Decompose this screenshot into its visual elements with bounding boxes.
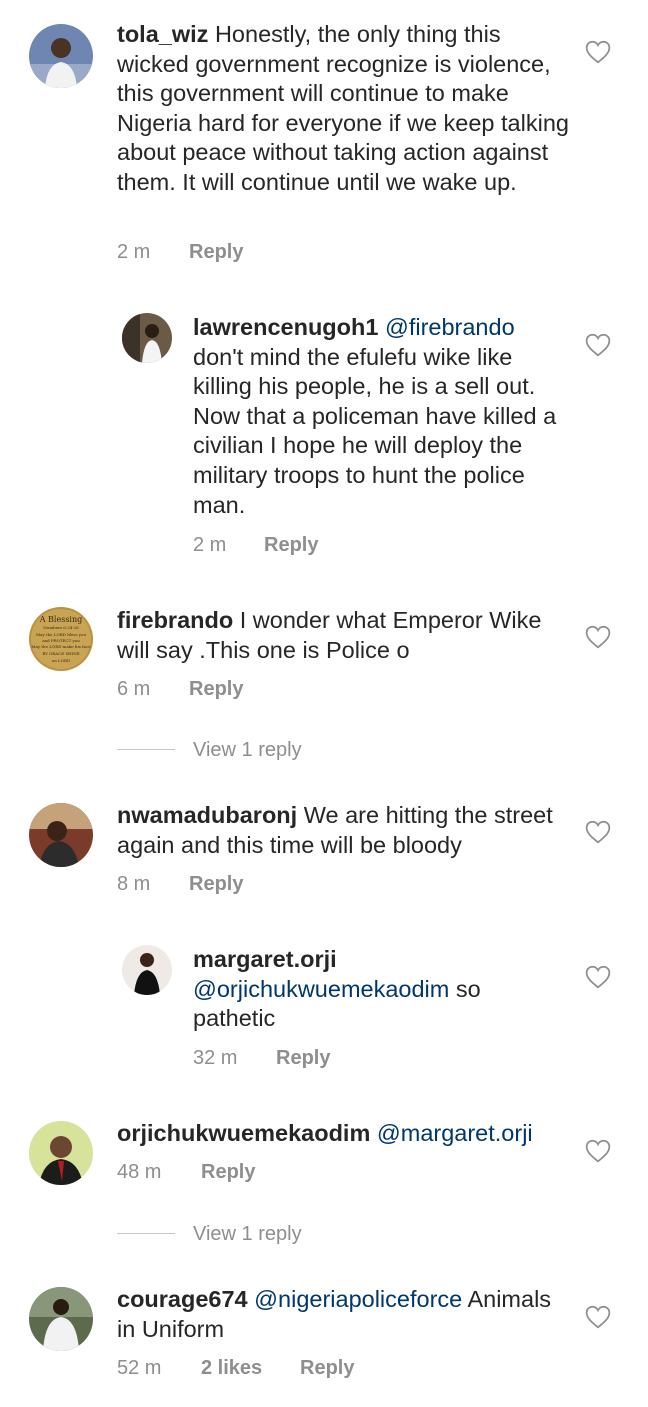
comment-meta: 2 m Reply [193, 534, 318, 557]
comment-body: nwamadubaronj We are hitting the street … [117, 801, 572, 860]
view-replies-button[interactable]: View 1 reply [117, 739, 302, 762]
reply-button[interactable]: Reply [201, 1161, 255, 1184]
timestamp: 8 m [117, 873, 151, 895]
avatar[interactable] [122, 313, 172, 363]
timestamp: 48 m [117, 1161, 162, 1183]
avatar-line-1: A Blessing [39, 615, 83, 624]
avatar[interactable] [29, 1121, 93, 1185]
mention-link[interactable]: @orjichukwuemekaodim [193, 976, 449, 1002]
comment-body: margaret.orji @orjichukwuemekaodim so pa… [193, 945, 568, 1034]
comment-meta: 8 m Reply [117, 873, 243, 896]
avatar[interactable]: A Blessing Numbers 6:24-26 May the LORD … [29, 607, 93, 671]
comment-body: tola_wiz Honestly, the only thing this w… [117, 20, 572, 198]
comment-text: Honestly, the only thing this wicked gov… [117, 21, 569, 195]
comment-meta: 48 m Reply [117, 1161, 255, 1184]
comment-meta: 6 m Reply [117, 678, 243, 701]
avatar[interactable] [29, 803, 93, 867]
avatar[interactable] [122, 945, 172, 995]
comment-body: courage674 @nigeriapoliceforce Animals i… [117, 1285, 572, 1344]
username[interactable]: nwamadubaronj [117, 802, 297, 828]
username[interactable]: tola_wiz [117, 21, 208, 47]
replies-divider [117, 1233, 175, 1235]
heart-outline-icon[interactable] [585, 40, 611, 64]
reply-button[interactable]: Reply [189, 678, 243, 701]
avatar-line-2: Numbers 6:24-26 [43, 625, 79, 630]
avatar[interactable] [29, 24, 93, 88]
mention-link[interactable]: @firebrando [385, 314, 515, 340]
avatar-line-7: on LORD [52, 658, 70, 663]
username[interactable]: orjichukwuemekaodim [117, 1120, 370, 1146]
avatar-line-5: May the LORD make his face [31, 644, 91, 649]
username[interactable]: courage674 [117, 1286, 248, 1312]
reply-button[interactable]: Reply [264, 534, 318, 557]
avatar-line-6: BY GRACE SHINE [42, 651, 79, 656]
mention-link[interactable]: @nigeriapoliceforce [254, 1286, 462, 1312]
heart-outline-icon[interactable] [585, 965, 611, 989]
view-replies-button[interactable]: View 1 reply [117, 1223, 302, 1246]
reply-button[interactable]: Reply [300, 1357, 354, 1380]
avatar-line-4: and PROTECT you [42, 638, 80, 643]
timestamp: 52 m [117, 1357, 162, 1379]
timestamp: 2 m [193, 534, 227, 556]
likes-count[interactable]: 2 likes [201, 1357, 300, 1380]
timestamp: 2 m [117, 241, 151, 263]
view-replies-label: View 1 reply [193, 1223, 302, 1245]
mention-link[interactable]: @margaret.orji [377, 1120, 533, 1146]
comment-meta: 32 m Reply [193, 1047, 330, 1070]
username[interactable]: margaret.orji [193, 946, 337, 972]
username[interactable]: firebrando [117, 607, 233, 633]
heart-outline-icon[interactable] [585, 1305, 611, 1329]
heart-outline-icon[interactable] [585, 820, 611, 844]
comment-body: lawrencenugoh1 @firebrando don't mind th… [193, 313, 568, 520]
timestamp: 32 m [193, 1047, 238, 1069]
replies-divider [117, 749, 175, 751]
comment-meta: 52 m 2 likes Reply [117, 1357, 354, 1380]
reply-button[interactable]: Reply [189, 241, 243, 264]
comment-meta: 2 m Reply [117, 241, 243, 264]
reply-button[interactable]: Reply [276, 1047, 330, 1070]
heart-outline-icon[interactable] [585, 625, 611, 649]
comment-body: firebrando I wonder what Emperor Wike wi… [117, 606, 572, 665]
avatar-line-3: May the LORD bless you [36, 632, 87, 637]
avatar[interactable] [29, 1287, 93, 1351]
comment-body: orjichukwuemekaodim @margaret.orji [117, 1119, 572, 1149]
username[interactable]: lawrencenugoh1 [193, 314, 378, 340]
timestamp: 6 m [117, 678, 151, 700]
view-replies-label: View 1 reply [193, 739, 302, 761]
heart-outline-icon[interactable] [585, 1139, 611, 1163]
reply-button[interactable]: Reply [189, 873, 243, 896]
comment-text: don't mind the efulefu wike like killing… [193, 343, 557, 518]
heart-outline-icon[interactable] [585, 333, 611, 357]
